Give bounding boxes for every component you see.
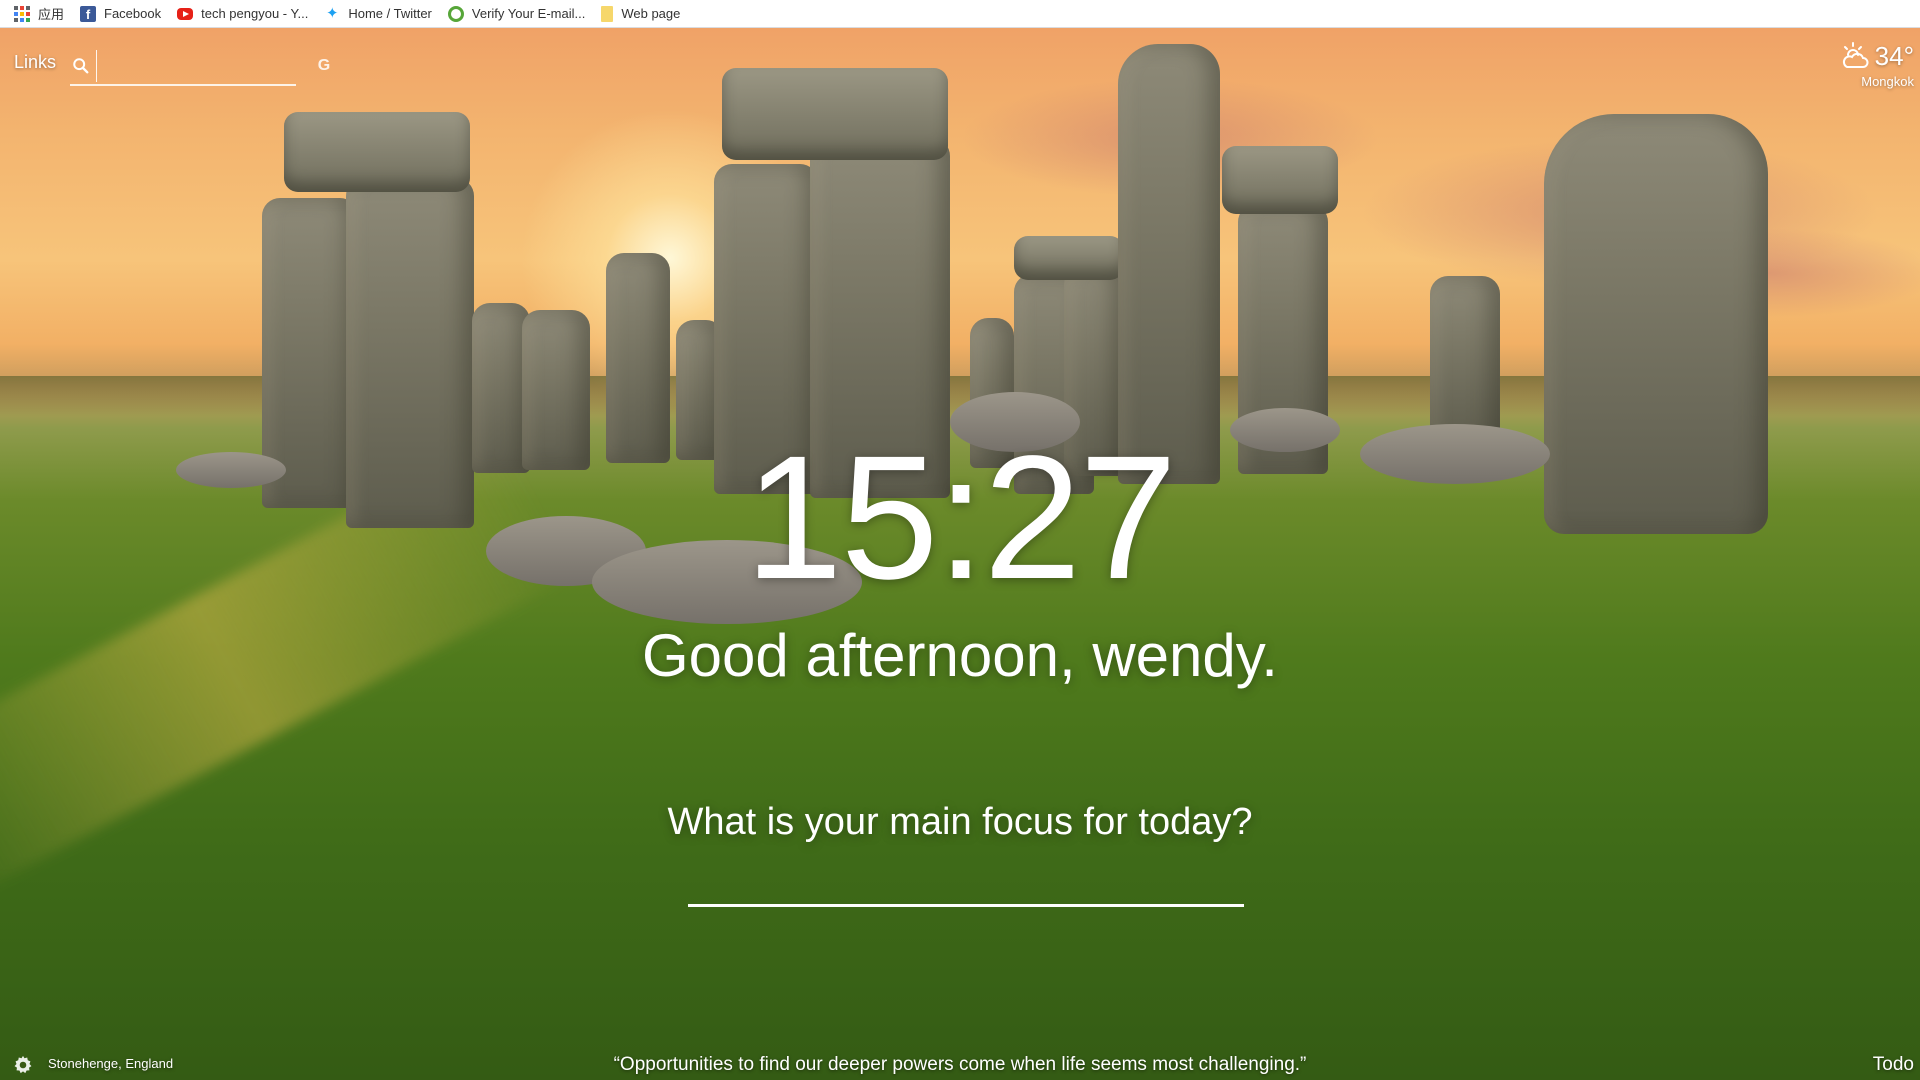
bookmark-apps[interactable]: 应用	[6, 0, 72, 28]
verify-icon	[447, 5, 464, 22]
bookmark-youtube[interactable]: tech pengyou - Y...	[169, 0, 316, 28]
footer: Stonehenge, England “Opportunities to fi…	[0, 1046, 1920, 1080]
bookmark-twitter[interactable]: ✦ Home / Twitter	[316, 0, 440, 28]
web-page-icon	[601, 5, 614, 22]
quote: “Opportunities to find our deeper powers…	[613, 1054, 1307, 1075]
google-icon[interactable]: G	[314, 56, 334, 76]
greeting: Good afternoon, wendy.	[642, 622, 1278, 689]
bookmark-label: 应用	[38, 7, 65, 22]
bookmark-label: Verify Your E-mail...	[471, 6, 586, 21]
bookmark-facebook[interactable]: f Facebook	[72, 0, 169, 28]
focus-question: What is your main focus for today?	[667, 801, 1253, 843]
facebook-icon: f	[80, 5, 97, 22]
bookmark-web-page[interactable]: Web page	[593, 0, 688, 28]
bookmarks-bar: 应用 f Facebook tech pengyou - Y... ✦ Home…	[0, 0, 1920, 28]
links-button[interactable]: Links	[14, 52, 56, 73]
weather-temperature: 34°	[1874, 40, 1914, 71]
search-bar: G	[70, 48, 330, 86]
bookmark-verify-email[interactable]: Verify Your E-mail...	[440, 0, 593, 28]
bookmark-label: tech pengyou - Y...	[201, 6, 309, 21]
twitter-icon: ✦	[326, 4, 339, 22]
bookmark-label: Facebook	[104, 6, 162, 21]
stone-lintel	[1014, 236, 1124, 280]
stone	[1118, 44, 1220, 484]
search-icon[interactable]	[72, 57, 90, 75]
stone-lintel	[1222, 146, 1338, 214]
focus-input[interactable]	[688, 852, 1244, 907]
bookmark-label: Home / Twitter	[348, 6, 432, 21]
stone-lintel	[284, 112, 470, 192]
todo-button[interactable]: Todo	[1873, 1054, 1914, 1076]
apps-grid-icon	[14, 5, 30, 22]
search-input[interactable]	[96, 50, 314, 82]
bookmark-label: Web page	[621, 6, 681, 21]
clock: 15:27	[744, 420, 1177, 616]
stone-lintel	[722, 68, 948, 160]
youtube-icon	[177, 7, 194, 20]
weather-widget[interactable]: 34° Mongkok	[1839, 40, 1914, 89]
stone	[1430, 276, 1500, 446]
weather-location: Mongkok	[1861, 74, 1914, 89]
partly-cloudy-icon	[1842, 42, 1869, 68]
